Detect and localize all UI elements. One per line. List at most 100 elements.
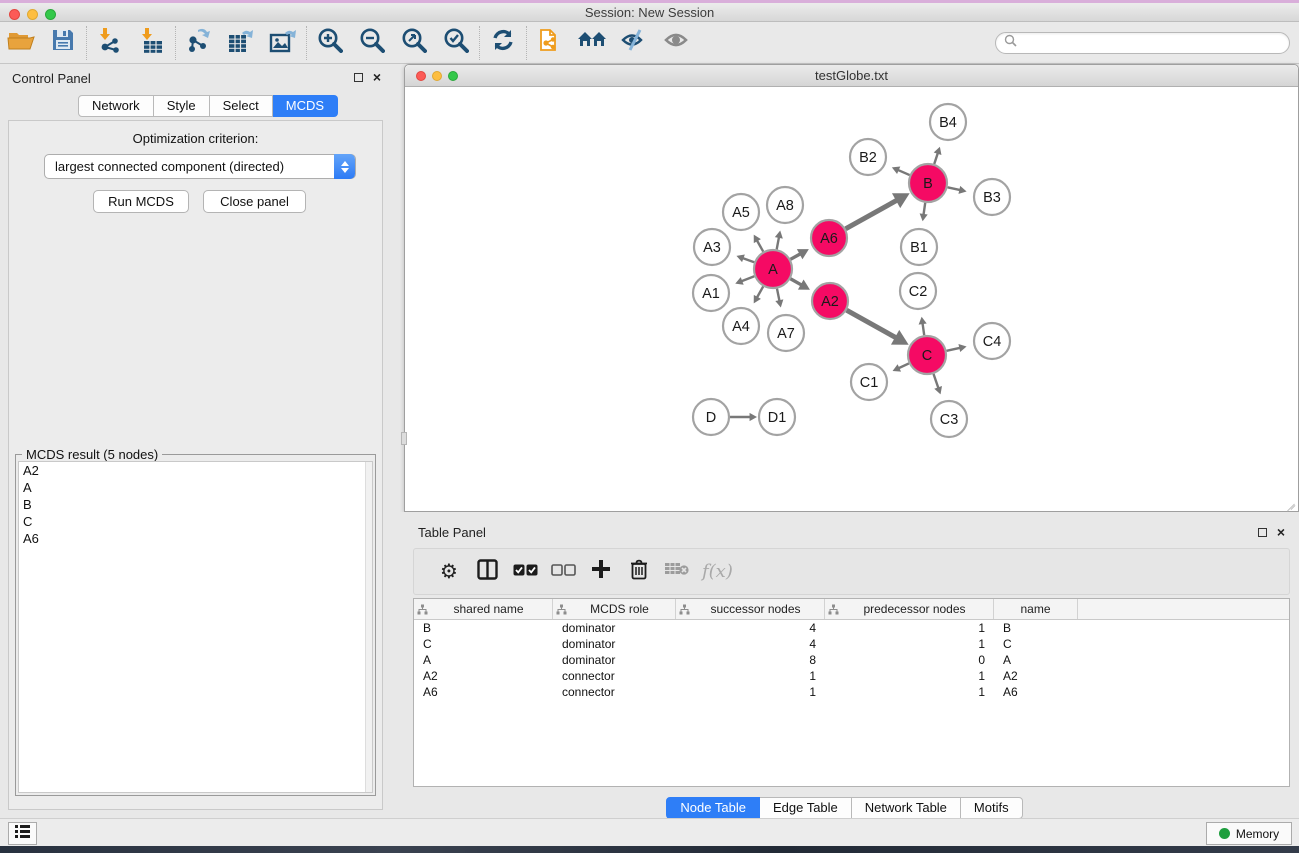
table-row[interactable]: A6connector11A6 xyxy=(414,684,1289,700)
graph-node-C[interactable]: C xyxy=(908,336,946,374)
result-list-item[interactable]: A xyxy=(19,479,372,496)
zoom-out-button[interactable] xyxy=(351,24,393,62)
graph-node-A1[interactable]: A1 xyxy=(693,275,729,311)
table-cell[interactable]: C xyxy=(414,636,553,652)
result-list-item[interactable]: A6 xyxy=(19,530,372,547)
zoom-selected-button[interactable] xyxy=(435,24,477,62)
zoom-window-button[interactable] xyxy=(45,9,56,20)
table-row[interactable]: Cdominator41C xyxy=(414,636,1289,652)
close-panel-icon[interactable]: × xyxy=(373,72,381,82)
tab-edge-table[interactable]: Edge Table xyxy=(760,797,852,819)
tab-mcds[interactable]: MCDS xyxy=(273,95,338,117)
network-close-button[interactable] xyxy=(416,71,426,81)
select-all-button[interactable] xyxy=(506,552,544,592)
column-header-shared-name[interactable]: shared name xyxy=(414,599,553,619)
graph-node-C1[interactable]: C1 xyxy=(851,364,887,400)
table-cell[interactable]: C xyxy=(994,636,1078,652)
table-cell[interactable]: 4 xyxy=(676,620,825,636)
optimization-criterion-select[interactable]: largest connected component (directed) xyxy=(44,154,356,179)
result-list-item[interactable]: C xyxy=(19,513,372,530)
network-window-titlebar[interactable]: testGlobe.txt xyxy=(405,65,1298,87)
table-cell[interactable]: dominator xyxy=(553,636,676,652)
table-cell[interactable]: A6 xyxy=(414,684,553,700)
table-cell[interactable]: 1 xyxy=(825,620,994,636)
table-cell[interactable]: 0 xyxy=(825,652,994,668)
table-cell[interactable]: A xyxy=(414,652,553,668)
tab-network-table[interactable]: Network Table xyxy=(852,797,961,819)
result-list-scrollbar[interactable] xyxy=(365,462,372,792)
graph-node-A3[interactable]: A3 xyxy=(694,229,730,265)
column-header-predecessor-nodes[interactable]: predecessor nodes xyxy=(825,599,994,619)
new-network-from-file-button[interactable] xyxy=(529,24,571,62)
function-builder-button[interactable]: f(x) xyxy=(702,561,733,582)
deselect-all-button[interactable] xyxy=(544,552,582,592)
column-header-MCDS-role[interactable]: MCDS role xyxy=(553,599,676,619)
tab-select[interactable]: Select xyxy=(210,95,273,117)
close-table-panel-icon[interactable]: × xyxy=(1277,527,1285,537)
hide-selected-button[interactable] xyxy=(613,24,655,62)
zoom-fit-button[interactable] xyxy=(393,24,435,62)
table-cell[interactable]: 4 xyxy=(676,636,825,652)
float-panel-icon[interactable] xyxy=(354,73,363,82)
graph-node-B4[interactable]: B4 xyxy=(930,104,966,140)
table-options-button[interactable]: ⚙ xyxy=(430,552,468,592)
tab-network[interactable]: Network xyxy=(78,95,154,117)
table-row[interactable]: Adominator80A xyxy=(414,652,1289,668)
graph-node-D1[interactable]: D1 xyxy=(759,399,795,435)
table-cell[interactable]: 1 xyxy=(825,684,994,700)
memory-button[interactable]: Memory xyxy=(1206,822,1292,845)
graph-node-A[interactable]: A xyxy=(754,250,792,288)
result-list-item[interactable]: A2 xyxy=(19,462,372,479)
table-cell[interactable]: B xyxy=(414,620,553,636)
graph-node-C4[interactable]: C4 xyxy=(974,323,1010,359)
table-row[interactable]: A2connector11A2 xyxy=(414,668,1289,684)
column-header-successor-nodes[interactable]: successor nodes xyxy=(676,599,825,619)
add-column-button[interactable] xyxy=(582,552,620,592)
table-cell[interactable]: 1 xyxy=(676,668,825,684)
show-all-button[interactable] xyxy=(655,24,697,62)
graph-node-B1[interactable]: B1 xyxy=(901,229,937,265)
graph-node-A8[interactable]: A8 xyxy=(767,187,803,223)
graph-node-B[interactable]: B xyxy=(909,164,947,202)
save-session-button[interactable] xyxy=(42,24,84,62)
node-table[interactable]: shared nameMCDS rolesuccessor nodesprede… xyxy=(413,598,1290,787)
table-cell[interactable]: A2 xyxy=(414,668,553,684)
network-canvas[interactable]: B4B2BB3A8A5A6B1A3AC2A1A2A4A7C4CC1C3DD1 xyxy=(405,87,1298,511)
table-cell[interactable]: connector xyxy=(553,684,676,700)
table-cell[interactable]: A6 xyxy=(994,684,1078,700)
table-cell[interactable]: dominator xyxy=(553,620,676,636)
graph-node-C3[interactable]: C3 xyxy=(931,401,967,437)
close-panel-button[interactable]: Close panel xyxy=(203,190,306,213)
graph-node-B3[interactable]: B3 xyxy=(974,179,1010,215)
table-cell[interactable]: A xyxy=(994,652,1078,668)
table-cell[interactable]: dominator xyxy=(553,652,676,668)
export-image-button[interactable] xyxy=(262,24,304,62)
table-row[interactable]: Bdominator41B xyxy=(414,620,1289,636)
export-network-button[interactable] xyxy=(178,24,220,62)
table-cell[interactable]: 8 xyxy=(676,652,825,668)
network-minimize-button[interactable] xyxy=(432,71,442,81)
minimize-window-button[interactable] xyxy=(27,9,38,20)
export-table-button[interactable] xyxy=(220,24,262,62)
tab-style[interactable]: Style xyxy=(154,95,210,117)
refresh-button[interactable] xyxy=(482,24,524,62)
graph-node-A7[interactable]: A7 xyxy=(768,315,804,351)
column-header-name[interactable]: name xyxy=(994,599,1078,619)
result-list-item[interactable]: B xyxy=(19,496,372,513)
network-zoom-button[interactable] xyxy=(448,71,458,81)
graph-node-A2[interactable]: A2 xyxy=(812,283,848,319)
run-mcds-button[interactable]: Run MCDS xyxy=(93,190,189,213)
column-visibility-button[interactable] xyxy=(468,552,506,592)
close-window-button[interactable] xyxy=(9,9,20,20)
table-cell[interactable]: connector xyxy=(553,668,676,684)
panel-toggle-button[interactable] xyxy=(8,822,37,845)
tab-node-table[interactable]: Node Table xyxy=(666,797,760,819)
import-table-button[interactable] xyxy=(131,24,173,62)
graph-node-A4[interactable]: A4 xyxy=(723,308,759,344)
panel-splitter-handle[interactable] xyxy=(401,432,407,445)
table-cell[interactable]: 1 xyxy=(676,684,825,700)
table-cell[interactable]: 1 xyxy=(825,636,994,652)
window-resize-grip[interactable] xyxy=(1286,499,1296,509)
import-network-button[interactable] xyxy=(89,24,131,62)
graph-node-D[interactable]: D xyxy=(693,399,729,435)
